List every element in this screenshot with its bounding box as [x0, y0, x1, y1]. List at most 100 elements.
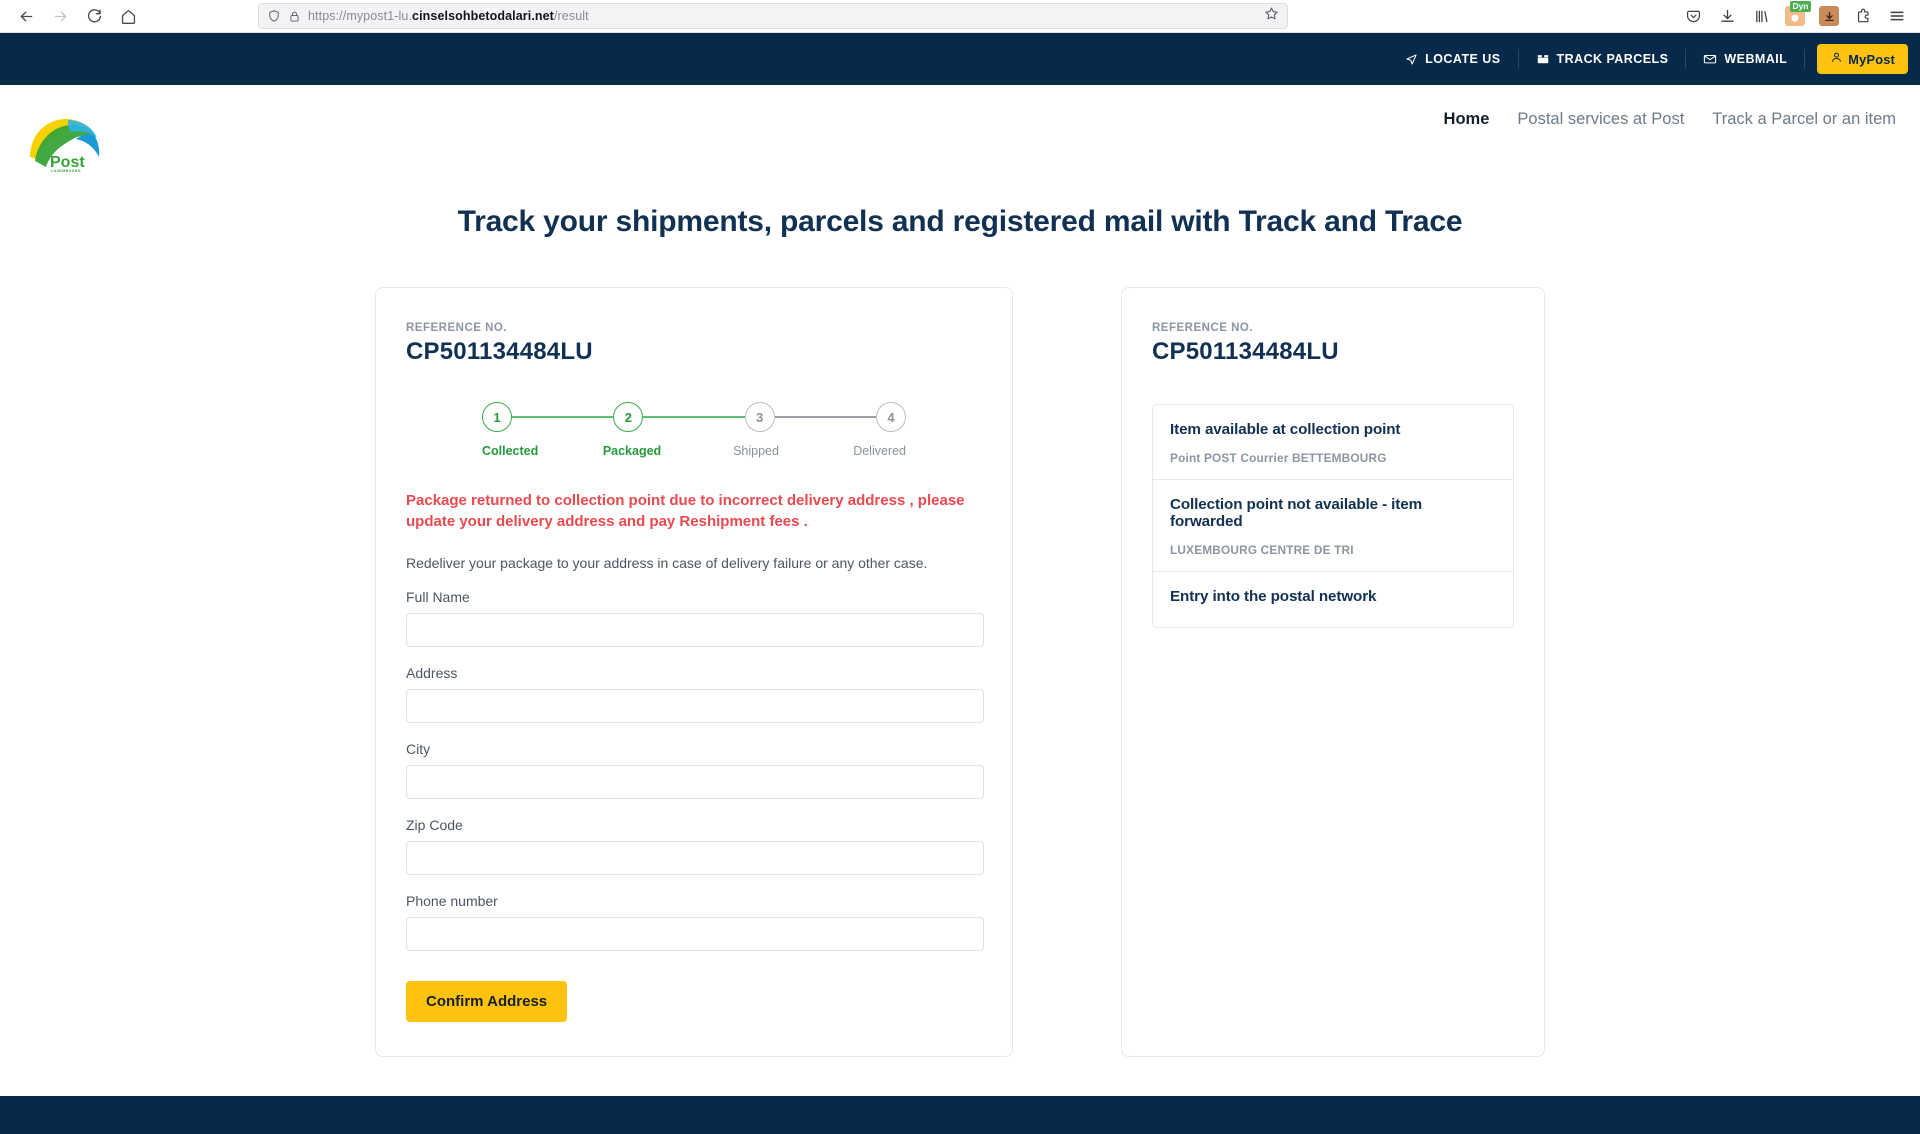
history-item[interactable]: Entry into the postal network	[1153, 572, 1513, 627]
main-navigation: Home Postal services at Post Track a Par…	[1444, 110, 1896, 129]
webmail-link[interactable]: WEBMAIL	[1686, 49, 1806, 69]
dyn-extension-avatar: Dyn	[1785, 1, 1811, 26]
location-arrow-icon	[1405, 53, 1418, 66]
library-icon[interactable]	[1746, 1, 1776, 31]
address-bar[interactable]: https://mypost1-lu.cinselsohbetodalari.n…	[258, 3, 1288, 29]
url-prefix: https://mypost1-lu.	[308, 9, 413, 23]
mypost-button[interactable]: MyPost	[1817, 44, 1908, 74]
second-extension-icon[interactable]	[1814, 1, 1844, 31]
step-number-1: 1	[493, 409, 501, 425]
mypost-label: MyPost	[1848, 51, 1895, 67]
field-city: City	[406, 740, 984, 799]
step-node-1: 1	[482, 402, 512, 432]
field-address: Address	[406, 664, 984, 723]
field-full-name: Full Name	[406, 588, 984, 647]
url-suffix: /result	[553, 9, 589, 23]
step-node-4: 4	[875, 402, 906, 432]
locate-us-link[interactable]: LOCATE US	[1388, 49, 1519, 69]
label-zip-code: Zip Code	[406, 816, 463, 833]
browser-toolbar-right: Dyn	[1678, 1, 1912, 31]
stepper-segment-2	[643, 416, 745, 418]
helper-message: Redeliver your package to your address i…	[406, 554, 928, 571]
logo-subwordmark: LUXEMBOURG	[51, 169, 81, 173]
dyn-extension-icon[interactable]: Dyn	[1780, 1, 1811, 31]
alert-message: Package returned to collection point due…	[406, 492, 965, 531]
track-parcels-link[interactable]: TRACK PARCELS	[1519, 49, 1687, 69]
history-reference-value: CP501134484LU	[1152, 338, 1339, 365]
tracking-history-list: Item available at collection point Point…	[1152, 404, 1514, 628]
history-item-detail: LUXEMBOURG CENTRE DE TRI	[1170, 543, 1354, 557]
address-update-card: REFERENCE NO. CP501134484LU 1 2 3 4 Coll…	[375, 287, 1013, 1057]
site-footer	[0, 1096, 1920, 1134]
url-domain: cinselsohbetodalari.net	[412, 9, 554, 23]
extension-badge-label: Dyn	[1789, 1, 1811, 13]
download-icon[interactable]	[1712, 1, 1742, 31]
url-text: https://mypost1-lu.cinselsohbetodalari.n…	[308, 9, 1257, 23]
site-header: Post LUXEMBOURG Home Postal services at …	[0, 85, 1920, 173]
utility-links: LOCATE US TRACK PARCELS WEBMAIL MyPost	[1388, 33, 1920, 85]
extension-icon[interactable]	[1848, 1, 1878, 31]
browser-chrome: https://mypost1-lu.cinselsohbetodalari.n…	[0, 0, 1920, 33]
history-item-title: Collection point not available - item fo…	[1170, 496, 1422, 530]
second-extension-avatar	[1819, 6, 1839, 26]
label-phone-number: Phone number	[406, 892, 498, 909]
label-full-name: Full Name	[406, 588, 470, 605]
pocket-icon[interactable]	[1678, 1, 1708, 31]
step-node-3: 3	[744, 402, 775, 432]
step-label-collected: Collected	[482, 444, 539, 458]
history-item-title: Entry into the postal network	[1170, 588, 1377, 605]
reload-icon[interactable]	[78, 0, 110, 32]
home-icon[interactable]	[112, 0, 144, 32]
input-city[interactable]	[406, 764, 984, 799]
star-icon[interactable]	[1264, 6, 1279, 26]
nav-item-track-parcel[interactable]: Track a Parcel or an item	[1712, 110, 1896, 129]
url-bar-container: https://mypost1-lu.cinselsohbetodalari.n…	[258, 3, 1288, 29]
user-icon	[1830, 51, 1843, 67]
track-parcels-label: TRACK PARCELS	[1556, 52, 1669, 66]
step-number-4: 4	[887, 409, 895, 425]
site-utility-bar: LOCATE US TRACK PARCELS WEBMAIL MyPost	[0, 33, 1920, 85]
webmail-label: WEBMAIL	[1724, 52, 1788, 66]
label-address: Address	[406, 664, 458, 681]
step-label-shipped: Shipped	[733, 444, 779, 458]
lock-icon[interactable]	[288, 10, 301, 23]
input-zip-code[interactable]	[406, 840, 984, 875]
step-node-2: 2	[613, 402, 644, 432]
hamburger-menu-icon[interactable]	[1882, 1, 1912, 31]
locate-us-label: LOCATE US	[1425, 52, 1501, 66]
tracking-history-card: REFERENCE NO. CP501134484LU Item availab…	[1121, 287, 1545, 1057]
stepper-track: 1 2 3 4	[482, 402, 906, 432]
forward-arrow-icon[interactable]	[44, 0, 76, 32]
step-label-delivered: Delivered	[853, 444, 906, 458]
cards-container: REFERENCE NO. CP501134484LU 1 2 3 4 Coll…	[0, 287, 1920, 1057]
stepper-labels: Collected Packaged Shipped Delivered	[482, 444, 906, 458]
stepper-segment-1	[512, 416, 614, 418]
step-number-3: 3	[756, 409, 764, 425]
shipment-progress-stepper: 1 2 3 4 Collected Packaged Shipped Deliv…	[482, 402, 906, 468]
history-item-detail: Point POST Courrier BETTEMBOURG	[1170, 451, 1387, 465]
confirm-address-button[interactable]: Confirm Address	[406, 980, 568, 1022]
input-address[interactable]	[406, 688, 984, 723]
shield-icon[interactable]	[267, 9, 281, 23]
step-label-packaged: Packaged	[602, 444, 662, 458]
history-reference-label: REFERENCE NO.	[1152, 322, 1254, 334]
field-phone-number: Phone number	[406, 892, 984, 951]
history-item-title: Item available at collection point	[1170, 421, 1401, 438]
envelope-icon	[1703, 52, 1717, 66]
post-luxembourg-logo[interactable]: Post LUXEMBOURG	[24, 111, 102, 173]
nav-item-home[interactable]: Home	[1444, 110, 1490, 129]
nav-item-postal-services[interactable]: Postal services at Post	[1517, 110, 1684, 129]
reference-label: REFERENCE NO.	[406, 322, 508, 334]
step-number-2: 2	[624, 409, 632, 425]
field-zip-code: Zip Code	[406, 816, 984, 875]
stepper-segment-3	[774, 416, 876, 418]
input-phone-number[interactable]	[406, 916, 984, 951]
input-full-name[interactable]	[406, 612, 984, 647]
reference-value: CP501134484LU	[406, 338, 593, 365]
history-item[interactable]: Collection point not available - item fo…	[1153, 480, 1513, 572]
label-city: City	[406, 740, 431, 757]
history-item[interactable]: Item available at collection point Point…	[1153, 405, 1513, 480]
page-title: Track your shipments, parcels and regist…	[457, 205, 1463, 238]
back-arrow-icon[interactable]	[10, 0, 42, 32]
parcel-box-icon	[1536, 52, 1550, 66]
